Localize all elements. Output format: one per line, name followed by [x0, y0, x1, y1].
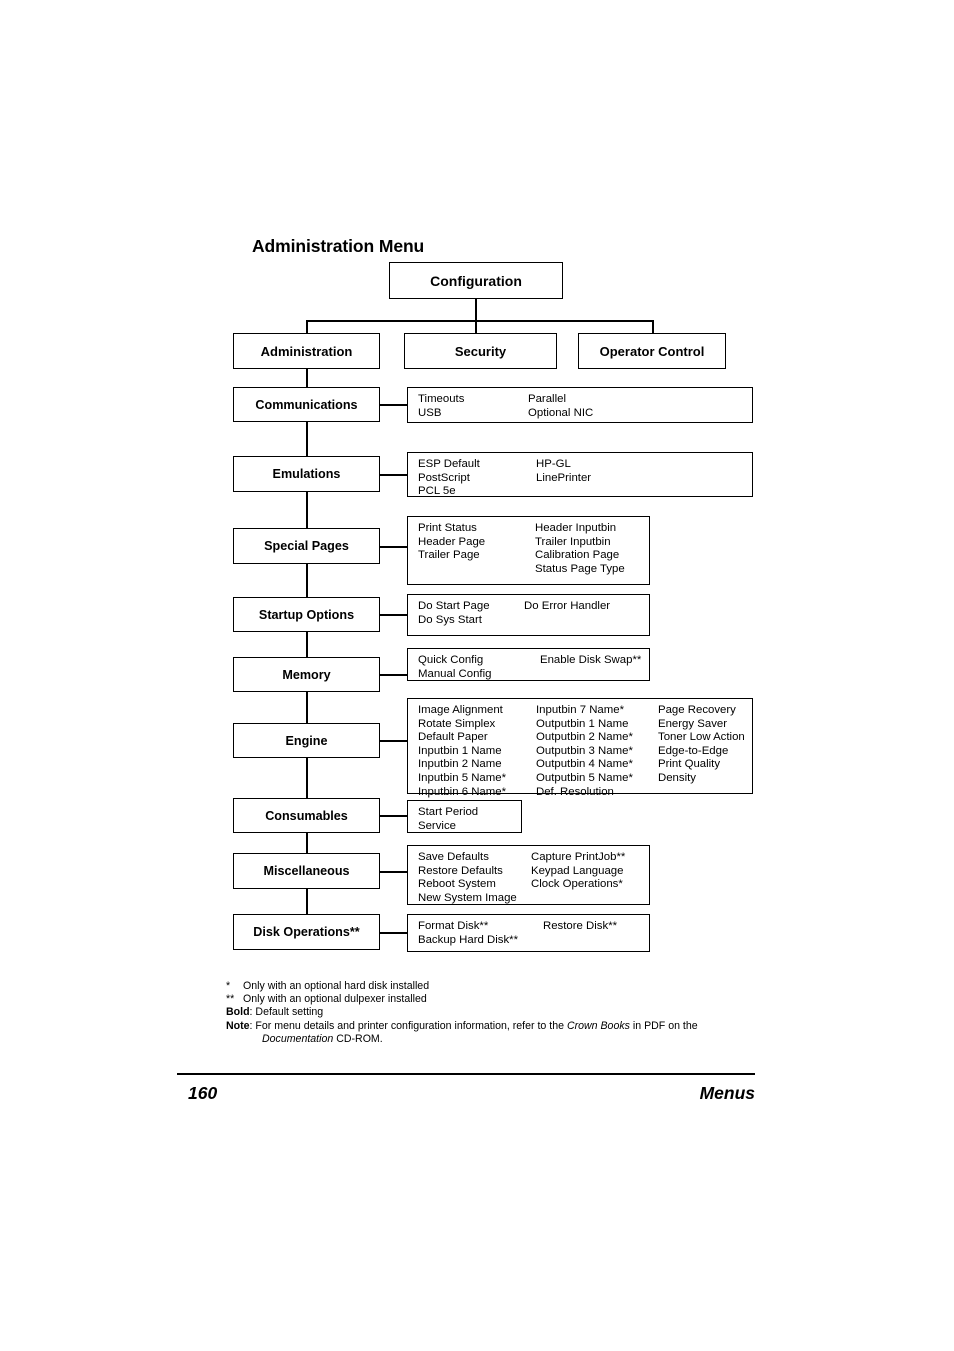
footnotes: * Only with an optional hard disk instal… [226, 980, 746, 1046]
connector-startup-options-to-detail [380, 614, 408, 616]
administration-menu-diagram: Configuration Administration Security Op… [0, 0, 954, 1000]
connector-spine-communications [306, 422, 308, 457]
footnote-double-star: ** Only with an optional dulpexer instal… [226, 993, 746, 1006]
detail-column: Print Status Header Page Trailer Page [418, 522, 486, 562]
detail-column: ESP Default PostScript PCL 5e [418, 458, 480, 498]
node-consumables[interactable]: Consumables [233, 798, 380, 833]
detail-column: Enable Disk Swap** [540, 654, 642, 666]
detail-column: Capture PrintJob** Keypad Language Clock… [531, 851, 626, 891]
node-engine[interactable]: Engine [233, 723, 380, 758]
note-italic-documentation: Documentation [262, 1032, 334, 1045]
detail-memory: Quick Config Manual Config Enable Disk S… [407, 648, 650, 681]
node-special-pages[interactable]: Special Pages [233, 528, 380, 564]
detail-column: Save Defaults Restore Defaults Reboot Sy… [418, 851, 517, 904]
connector-level2-bus [306, 320, 653, 322]
footnote-bold-default: Bold : Default setting [226, 1006, 746, 1019]
note-text-2: in PDF on the [629, 1019, 698, 1032]
footer-page-number: 160 [188, 1083, 218, 1103]
document-page: Administration Menu Configuration Admini… [0, 0, 954, 1351]
note-text-3: CD-ROM. [333, 1032, 383, 1045]
connector-spine-consumables [306, 833, 308, 854]
connector-miscellaneous-to-detail [380, 871, 408, 873]
node-configuration[interactable]: Configuration [389, 262, 563, 299]
note-italic-crown-books: Crown Books [566, 1019, 630, 1032]
detail-column: Parallel Optional NIC [528, 393, 594, 419]
detail-communications: Timeouts USB Parallel Optional NIC [407, 387, 753, 423]
footnote-marker: * [226, 980, 231, 992]
detail-column: Timeouts USB [418, 393, 465, 419]
connector-special-pages-to-detail [380, 546, 408, 548]
node-operator-control[interactable]: Operator Control [578, 333, 726, 369]
connector-consumables-to-detail [380, 815, 408, 817]
detail-column: Quick Config Manual Config [418, 654, 492, 680]
footnote-text: Only with an optional dulpexer installed [243, 993, 427, 1006]
footnote-note: Note : For menu details and printer conf… [226, 1020, 746, 1033]
footnote-marker: Note [226, 1019, 250, 1032]
detail-column: Start Period Service [418, 806, 479, 832]
connector-spine-administration [306, 369, 308, 387]
connector-engine-to-detail [380, 740, 408, 742]
node-emulations[interactable]: Emulations [233, 456, 380, 492]
detail-column: Do Error Handler [524, 600, 611, 612]
detail-disk-operations: Format Disk** Backup Hard Disk** Restore… [407, 914, 650, 952]
connector-communications-to-detail [380, 404, 408, 406]
node-memory[interactable]: Memory [233, 657, 380, 692]
node-security[interactable]: Security [404, 333, 557, 369]
footnote-text: : Default setting [249, 1006, 324, 1019]
footnote-text: : For menu details and printer configura… [250, 1020, 746, 1033]
detail-emulations: ESP Default PostScript PCL 5e HP-GL Line… [407, 452, 753, 497]
connector-memory-to-detail [380, 674, 408, 676]
detail-column: Format Disk** Backup Hard Disk** [418, 920, 519, 946]
connector-emulations-to-detail [380, 474, 408, 476]
node-communications[interactable]: Communications [233, 387, 380, 422]
footnote-marker: ** [226, 993, 235, 1006]
node-disk-operations[interactable]: Disk Operations** [233, 914, 380, 950]
connector-spine-miscellaneous [306, 889, 308, 914]
footer-section-label: Menus [699, 1083, 755, 1103]
detail-column: Do Start Page Do Sys Start [418, 600, 490, 626]
detail-special-pages: Print Status Header Page Trailer Page He… [407, 516, 650, 585]
detail-miscellaneous: Save Defaults Restore Defaults Reboot Sy… [407, 845, 650, 905]
footnote-marker: Bold [226, 1006, 250, 1019]
footnote-text: Only with an optional hard disk installe… [243, 980, 430, 992]
footnote-single-star: * Only with an optional hard disk instal… [226, 980, 746, 993]
note-text-1: : For menu details and printer configura… [249, 1019, 567, 1032]
detail-column: Page Recovery Energy Saver Toner Low Act… [658, 704, 745, 784]
detail-column: Header Inputbin Trailer Inputbin Calibra… [535, 522, 625, 575]
node-administration[interactable]: Administration [233, 333, 380, 369]
connector-drop-security [475, 320, 477, 334]
footnote-note-continuation: Documentation CD-ROM. [226, 1033, 746, 1046]
connector-drop-operator-control [652, 320, 654, 334]
detail-startup-options: Do Start Page Do Sys Start Do Error Hand… [407, 594, 650, 636]
connector-spine-memory [306, 692, 308, 723]
connector-root-stem [475, 299, 477, 321]
detail-column: Inputbin 7 Name* Outputbin 1 Name Output… [536, 704, 633, 798]
detail-column: Image Alignment Rotate Simplex Default P… [418, 704, 507, 798]
connector-spine-emulations [306, 492, 308, 529]
detail-engine: Image Alignment Rotate Simplex Default P… [407, 698, 753, 798]
node-miscellaneous[interactable]: Miscellaneous [233, 853, 380, 889]
footer-divider [177, 1073, 755, 1075]
connector-spine-special-pages [306, 564, 308, 597]
connector-disk-operations-to-detail [380, 932, 408, 934]
connector-spine-startup-options [306, 632, 308, 657]
connector-drop-administration [306, 320, 308, 334]
detail-column: HP-GL LinePrinter [536, 458, 592, 484]
connector-spine-engine [306, 758, 308, 798]
detail-column: Restore Disk** [543, 920, 618, 932]
node-startup-options[interactable]: Startup Options [233, 597, 380, 632]
detail-consumables: Start Period Service [407, 800, 522, 833]
